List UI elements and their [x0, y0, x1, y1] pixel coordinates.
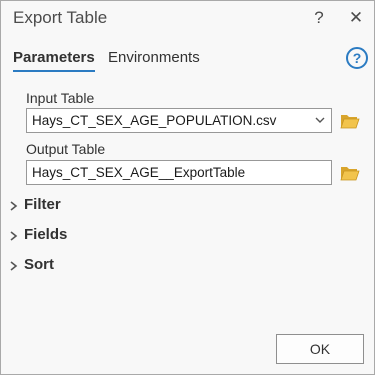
close-button[interactable]: ✕ [345, 7, 367, 29]
question-circle-icon[interactable]: ? [346, 47, 368, 69]
output-table-input[interactable]: Hays_CT_SEX_AGE__ExportTable [26, 160, 332, 185]
chevron-right-icon [9, 259, 19, 271]
output-table-value: Hays_CT_SEX_AGE__ExportTable [32, 165, 246, 180]
input-table-value: Hays_CT_SEX_AGE_POPULATION.csv [32, 113, 277, 128]
tab-environments[interactable]: Environments [108, 49, 200, 66]
input-table-combobox[interactable]: Hays_CT_SEX_AGE_POPULATION.csv [26, 108, 332, 133]
section-label: Fields [24, 226, 68, 243]
output-table-label: Output Table [26, 141, 106, 157]
tab-parameters[interactable]: Parameters [13, 49, 95, 72]
section-label: Sort [24, 256, 54, 273]
chevron-right-icon [9, 199, 19, 211]
tab-bar: Parameters Environments [13, 49, 353, 73]
section-label: Filter [24, 196, 61, 213]
section-fields[interactable]: Fields [9, 225, 209, 245]
title-help-button[interactable]: ? [308, 7, 330, 29]
chevron-right-icon [9, 229, 19, 241]
chevron-down-icon[interactable] [313, 113, 327, 127]
input-table-label: Input Table [26, 90, 95, 106]
folder-open-icon[interactable] [340, 113, 360, 129]
folder-open-icon[interactable] [340, 165, 360, 181]
dialog-title: Export Table [13, 8, 108, 27]
title-bar: Export Table ? ✕ [1, 1, 374, 37]
section-filter[interactable]: Filter [9, 195, 209, 215]
ok-button[interactable]: OK [276, 334, 364, 364]
section-sort[interactable]: Sort [9, 255, 209, 275]
export-table-dialog: Export Table ? ✕ Parameters Environments… [0, 0, 375, 375]
